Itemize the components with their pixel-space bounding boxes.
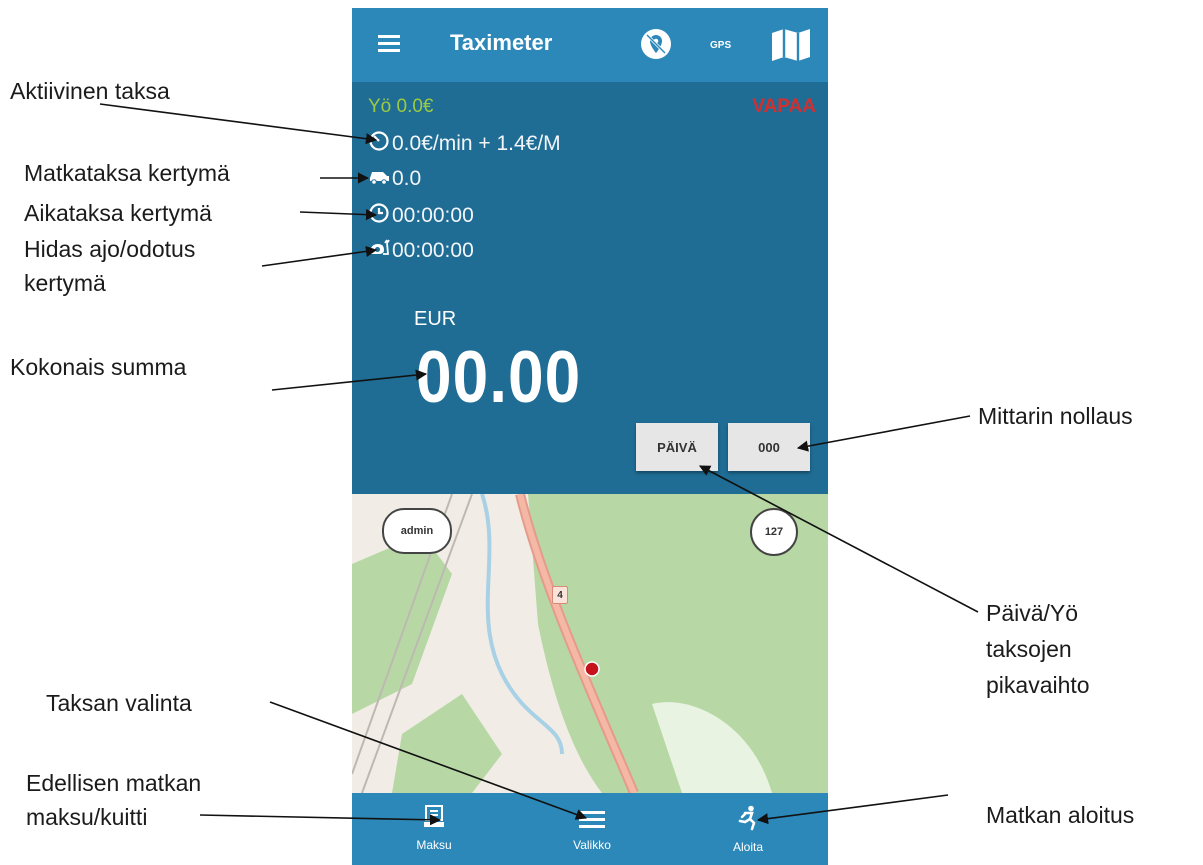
rate-row: 0.0€/min + 1.4€/M	[368, 130, 561, 158]
annotation-active-tariff: Aktiivinen taksa	[10, 78, 170, 104]
annotation-prev-payment-line1: Edellisen matkan	[26, 770, 202, 796]
nav-menu-label: Valikko	[573, 838, 611, 852]
nav-pay[interactable]: Maksu	[374, 793, 494, 865]
annotation-slow-accum-line1: Hidas ajo/odotus	[24, 236, 196, 262]
map-view[interactable]: admin 127 4	[352, 494, 828, 793]
day-night-toggle-button[interactable]: PÄIVÄ	[636, 423, 718, 471]
road-number-label: 4	[552, 586, 568, 604]
time-total: 00:00:00	[392, 204, 474, 227]
total-amount: 00.00	[416, 335, 582, 418]
annotation-prev-payment-line2: maksu/kuitti	[26, 804, 148, 830]
nav-menu[interactable]: Valikko	[532, 793, 652, 865]
count-badge[interactable]: 127	[750, 508, 798, 556]
map-icon[interactable]	[770, 28, 812, 67]
status-badge: VAPAA	[752, 96, 816, 117]
annotation-total-sum: Kokonais summa	[10, 354, 187, 380]
annotation-day-night-line1: Päivä/Yö	[986, 600, 1079, 626]
app-toolbar: Taximeter GPS	[352, 8, 828, 82]
nav-start[interactable]: Aloita	[688, 793, 808, 865]
active-tariff-name[interactable]: Yö 0.0€	[368, 96, 434, 118]
annotation-day-night-line3: pikavaihto	[986, 672, 1090, 698]
location-off-icon[interactable]	[640, 28, 672, 65]
annotation-trip-start: Matkan aloitus	[986, 802, 1135, 828]
rate-icon	[368, 130, 390, 158]
rate-value: 0.0€/min + 1.4€/M	[392, 132, 561, 155]
car-icon	[368, 166, 390, 192]
menu-icon	[579, 809, 605, 834]
currency-label: EUR	[414, 308, 457, 330]
time-row: 00:00:00	[368, 202, 474, 230]
annotation-day-night-line2: taksojen	[986, 636, 1072, 662]
user-badge[interactable]: admin	[382, 508, 452, 554]
bottom-navigation: Maksu Valikko Aloita	[352, 793, 828, 865]
phone-screen: Taximeter GPS Yö 0.0€ VAPAA 0.0€/min + 1…	[352, 8, 828, 865]
slow-total: 00:00:00	[392, 239, 474, 262]
annotation-meter-reset: Mittarin nollaus	[978, 403, 1133, 429]
distance-total: 0.0	[392, 167, 422, 190]
running-person-icon	[736, 805, 760, 836]
hamburger-menu-icon[interactable]	[378, 34, 400, 57]
gps-status-label[interactable]: GPS	[710, 40, 731, 51]
nav-pay-label: Maksu	[416, 838, 452, 852]
distance-row: 0.0	[368, 166, 421, 192]
arrow-active-tariff	[99, 103, 378, 145]
snail-icon	[368, 238, 390, 264]
clock-icon	[368, 202, 390, 230]
meter-reset-button[interactable]: 000	[728, 423, 810, 471]
annotation-tariff-select: Taksan valinta	[46, 690, 192, 716]
annotation-time-accum: Aikataksa kertymä	[24, 200, 212, 226]
nav-start-label: Aloita	[732, 840, 764, 854]
slow-row: 00:00:00	[368, 238, 474, 264]
annotation-distance-accum: Matkataksa kertymä	[24, 160, 230, 186]
annotation-slow-accum-line2: kertymä	[24, 270, 106, 296]
meter-panel: Yö 0.0€ VAPAA 0.0€/min + 1.4€/M 0.0 00:0…	[352, 82, 828, 494]
receipt-icon	[423, 805, 445, 834]
app-title: Taximeter	[450, 30, 553, 55]
